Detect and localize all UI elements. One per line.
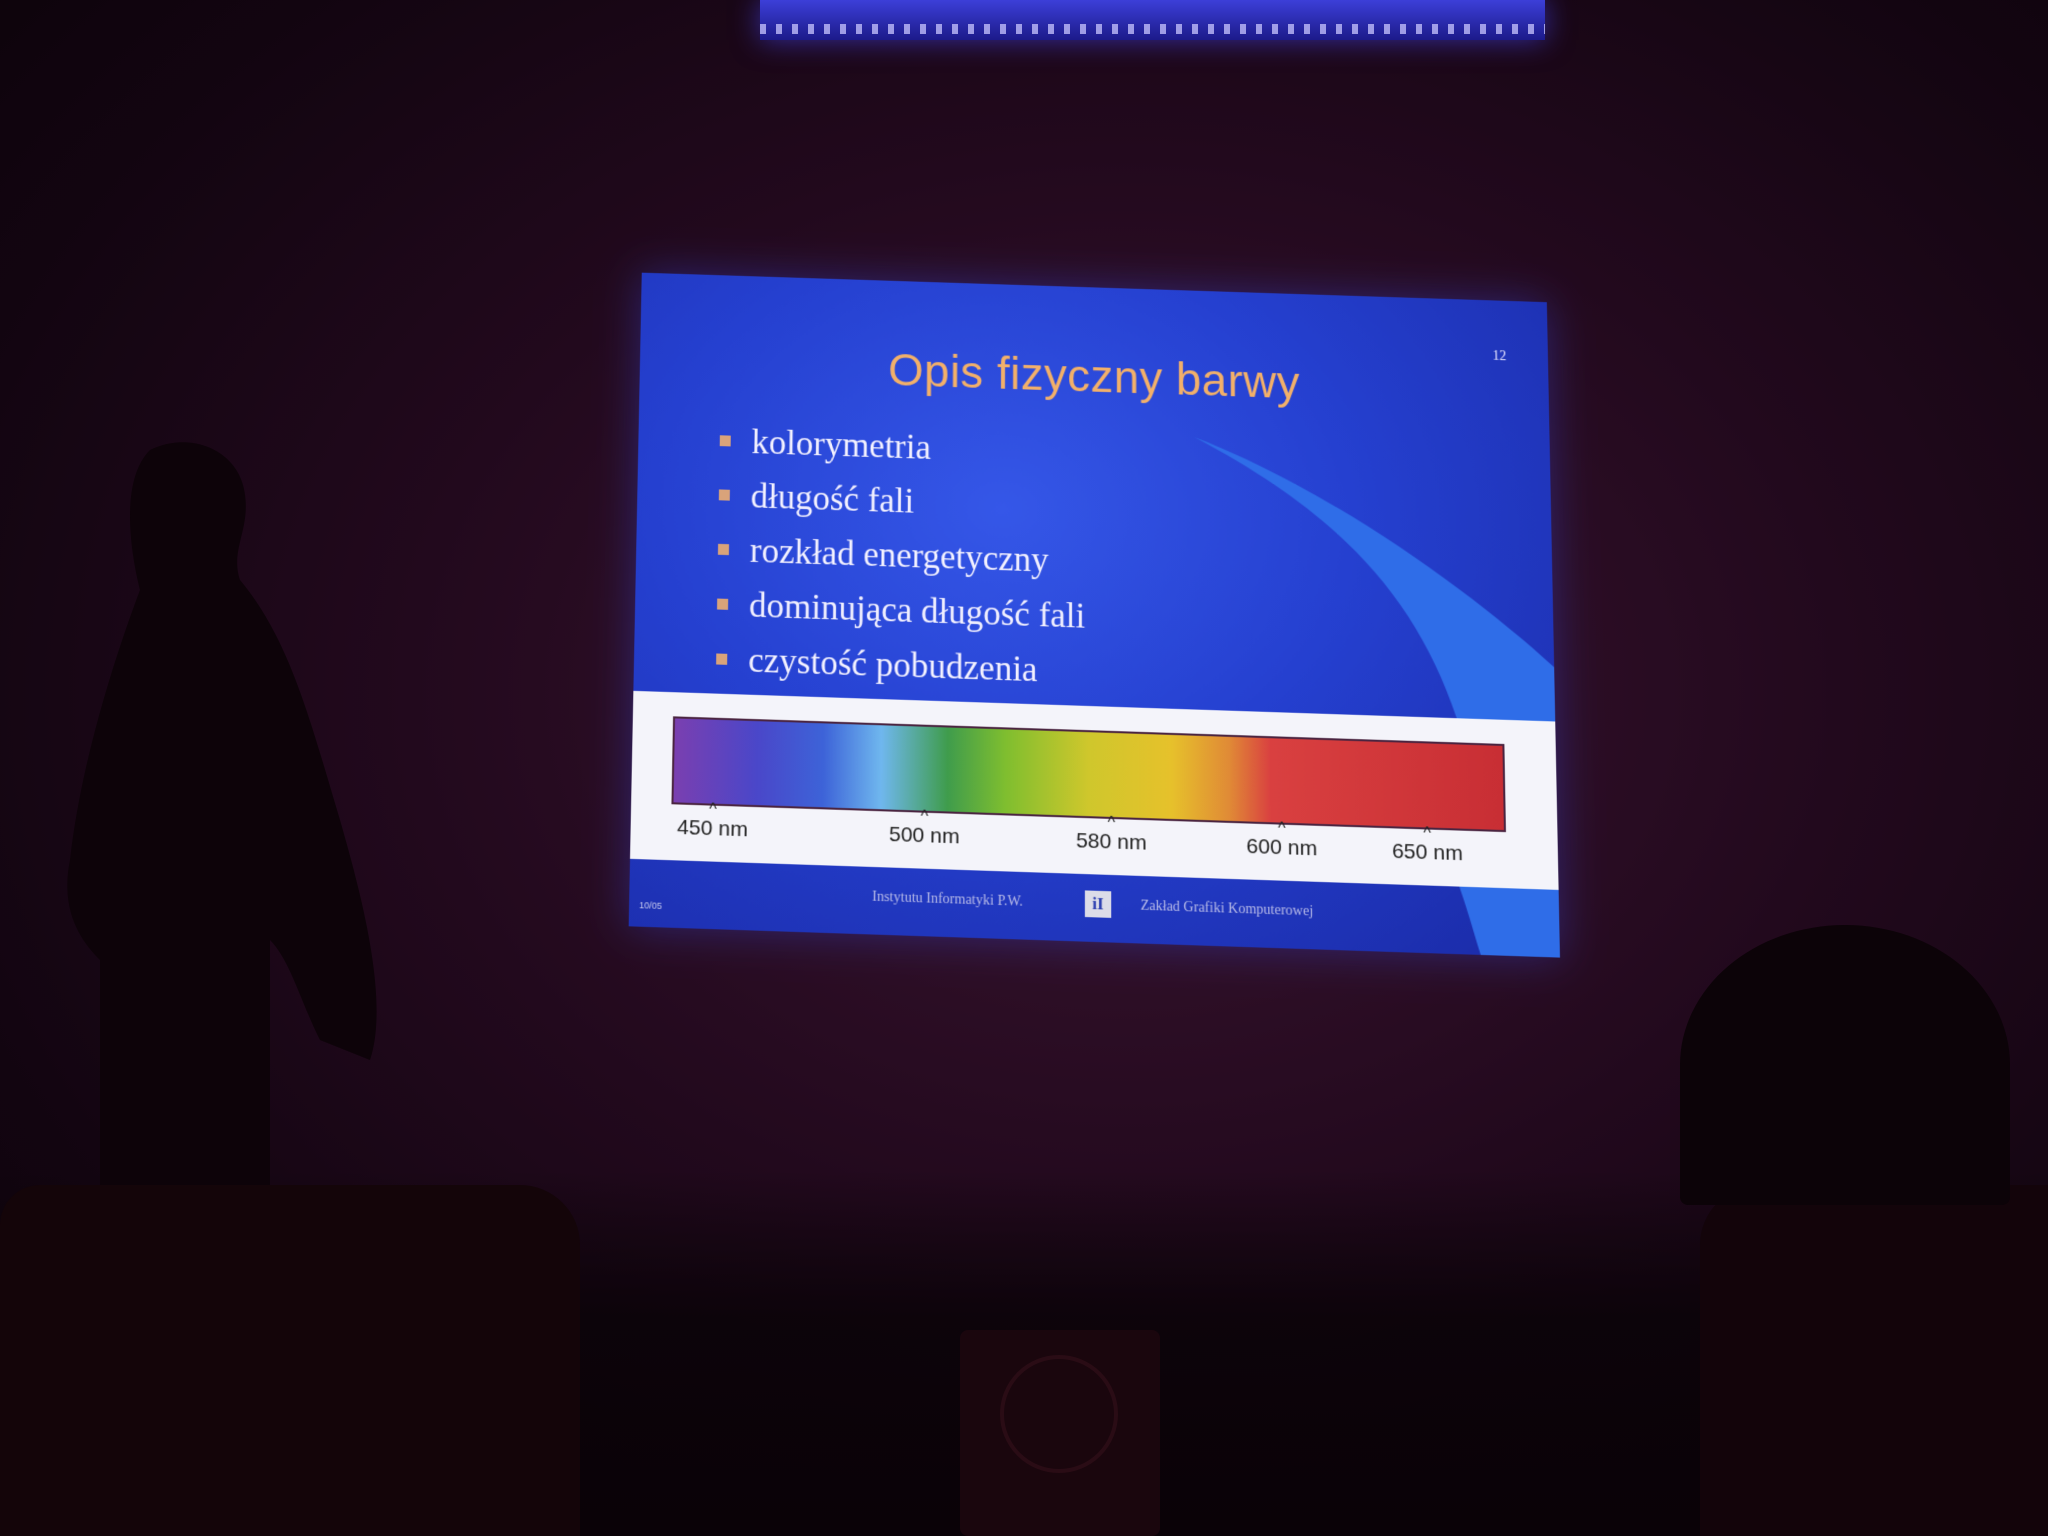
wavelength-label: 650 nm — [1392, 840, 1463, 866]
wavelength-tick: ^ 580 nm — [1051, 816, 1172, 857]
bullet-marker-icon — [716, 653, 727, 664]
footer-department: Zakład Grafiki Komputerowej — [1141, 898, 1314, 920]
color-spectrum-bar — [671, 716, 1506, 832]
bullet-text: kolorymetria — [751, 423, 931, 467]
bullet-marker-icon — [719, 489, 730, 500]
footer-date: 10/05 — [639, 900, 662, 911]
audience-head-silhouette — [1680, 925, 2010, 1205]
presenter-silhouette — [40, 440, 400, 1200]
wavelength-label: 580 nm — [1076, 829, 1147, 855]
desk-sign-silhouette — [960, 1330, 1160, 1536]
footer-institute: Instytutu Informatyki P.W. — [872, 889, 1023, 910]
bullet-marker-icon — [718, 544, 729, 555]
projector-top-strip — [760, 0, 1545, 40]
institute-logo-icon: iI — [1085, 890, 1111, 917]
bullet-marker-icon — [720, 435, 731, 446]
bullet-text: długość fali — [750, 477, 914, 521]
wavelength-label: 450 nm — [677, 816, 748, 842]
bullet-marker-icon — [717, 599, 728, 610]
wavelength-label: 500 nm — [889, 823, 960, 849]
wavelength-tick: ^ 600 nm — [1221, 822, 1343, 863]
bullet-text: czystość pobudzenia — [748, 641, 1038, 690]
wavelength-tick: ^ 500 nm — [864, 810, 985, 851]
projected-slide: 12 Opis fizyczny barwy kolorymetria dług… — [629, 273, 1560, 958]
spectrum-panel: ^ 450 nm ^ 500 nm ^ 580 nm ^ 600 nm ^ 65… — [630, 691, 1559, 890]
wavelength-tick: ^ 650 nm — [1366, 826, 1488, 867]
bullet-list: kolorymetria długość fali rozkład energe… — [716, 422, 1086, 707]
chair-silhouette — [1700, 1185, 2048, 1536]
wavelength-tick: ^ 450 nm — [652, 803, 774, 844]
chair-silhouette — [0, 1185, 580, 1536]
wavelength-label: 600 nm — [1246, 835, 1317, 861]
